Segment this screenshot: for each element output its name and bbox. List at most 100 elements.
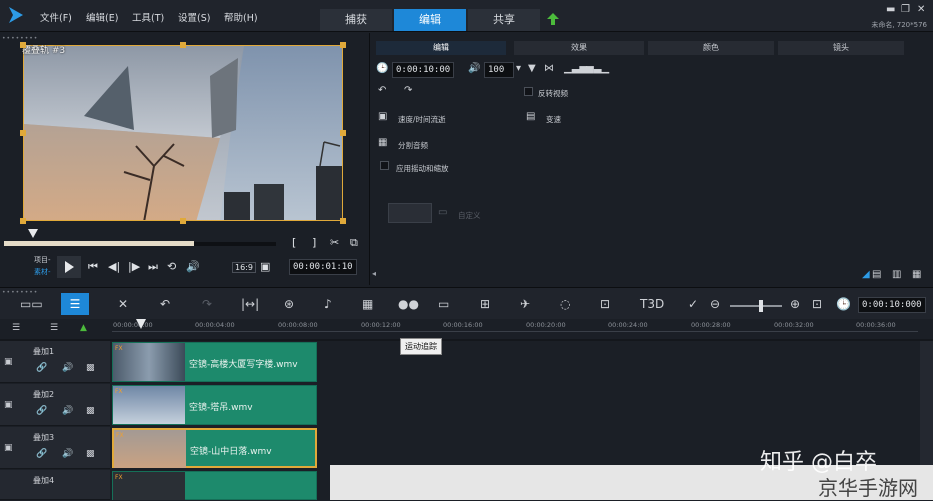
- pan-zoom-tool-icon[interactable]: ⊡: [600, 297, 610, 311]
- go-to-end-icon[interactable]: ⏭: [148, 260, 158, 274]
- mark-out-icon[interactable]: ]: [312, 236, 316, 249]
- pan-zoom-checkbox[interactable]: [380, 161, 389, 170]
- track-header-overlay-3[interactable]: ▣ 叠加3 🔗 🔊 ▩: [0, 427, 110, 469]
- volume-dropdown-icon[interactable]: ▾: [516, 63, 521, 74]
- audio-fade-out-icon[interactable]: ▅▃▁: [586, 63, 609, 74]
- menu-tools[interactable]: 工具(T): [132, 10, 164, 24]
- clip-overlay-1[interactable]: FX 空镜-高楼大厦写字楼.wmv: [112, 342, 317, 382]
- link-icon[interactable]: 🔗: [36, 449, 47, 459]
- custom-icon[interactable]: ▭: [438, 207, 447, 218]
- timeline-ruler[interactable]: ☰ ☰ ▲ 00:00:00:00 00:00:04:00 00:00:08:0…: [0, 319, 933, 339]
- track-manager-icon[interactable]: ☰: [12, 323, 20, 333]
- menu-help[interactable]: 帮助(H): [224, 10, 258, 24]
- resize-handle-ml[interactable]: [20, 130, 26, 136]
- next-frame-icon[interactable]: |▶: [128, 260, 140, 273]
- link-icon[interactable]: 🔗: [36, 406, 47, 416]
- fade-in-icon[interactable]: ⋈: [544, 63, 554, 74]
- restore-icon[interactable]: ❐: [901, 4, 910, 15]
- auto-music-icon[interactable]: ▦: [362, 297, 373, 311]
- split-audio-icon[interactable]: ▦: [378, 137, 387, 148]
- project-mode-label[interactable]: 项目-: [34, 255, 51, 265]
- play-button[interactable]: [57, 256, 81, 278]
- speed-icon[interactable]: ▣: [378, 111, 387, 122]
- resize-handle-br[interactable]: [340, 218, 346, 224]
- preview-timecode[interactable]: 00:00:01:10: [289, 259, 357, 275]
- track-header-overlay-4[interactable]: 叠加4: [0, 470, 110, 500]
- track-grid-icon[interactable]: ▩: [86, 406, 95, 416]
- resize-handle-tl[interactable]: [20, 42, 26, 48]
- reverse-video-checkbox[interactable]: [524, 87, 533, 96]
- undo-icon[interactable]: ↶: [160, 297, 170, 311]
- go-to-start-icon[interactable]: ⏮: [88, 260, 98, 274]
- collapse-options-icon[interactable]: ◂: [372, 269, 376, 278]
- repeat-icon[interactable]: ⟲: [167, 260, 176, 273]
- record-capture-icon[interactable]: ⊛: [284, 297, 294, 311]
- fit-project-icon[interactable]: ✓: [688, 297, 698, 311]
- system-volume-icon[interactable]: 🔊: [186, 260, 200, 273]
- aspect-ratio-select[interactable]: 16:9: [232, 262, 256, 273]
- volume-field[interactable]: 100: [484, 62, 514, 78]
- fit-timeline-icon[interactable]: ⊡: [812, 297, 822, 311]
- 3d-title-icon[interactable]: T3D: [640, 297, 664, 311]
- scrub-playhead-icon[interactable]: [28, 229, 38, 239]
- sound-mixer-icon[interactable]: ♪: [324, 297, 332, 311]
- resize-handle-mr[interactable]: [340, 130, 346, 136]
- close-icon[interactable]: ✕: [917, 4, 925, 15]
- track-grid-icon[interactable]: ▩: [86, 363, 95, 373]
- rotate-right-icon[interactable]: ↷: [404, 85, 412, 96]
- panel-grip-icon[interactable]: ••••••••: [2, 35, 38, 42]
- clip-overlay-2[interactable]: FX 空镜-塔吊.wmv: [112, 385, 317, 425]
- pan-zoom-preset-select[interactable]: [388, 203, 432, 223]
- audio-fade-in-icon[interactable]: ▁▃▅: [564, 63, 587, 74]
- project-duration-timecode[interactable]: 0:00:10:000: [858, 297, 926, 313]
- upload-arrow-icon[interactable]: [546, 12, 560, 26]
- enlarge-preview-icon[interactable]: ⧉: [350, 236, 358, 250]
- preview-frame[interactable]: [23, 45, 343, 221]
- timeline-playhead-icon[interactable]: [136, 319, 146, 331]
- smart-package-icon[interactable]: |↔|: [241, 297, 259, 311]
- track-header-overlay-2[interactable]: ▣ 叠加2 🔗 🔊 ▩: [0, 384, 110, 426]
- previous-frame-icon[interactable]: ◀|: [108, 260, 120, 273]
- timeline-view-icon[interactable]: ☰: [61, 293, 89, 315]
- subtitle-editor-icon[interactable]: ▭: [438, 297, 449, 311]
- track-header-overlay-1[interactable]: ▣ 叠加1 🔗 🔊 ▩: [0, 341, 110, 383]
- display-mode-icon[interactable]: ▣: [260, 260, 270, 273]
- time-remapping-icon[interactable]: ✈: [520, 297, 530, 311]
- duration-field[interactable]: 0:00:10:00: [392, 62, 455, 78]
- link-icon[interactable]: 🔗: [36, 363, 47, 373]
- mute-icon[interactable]: ▼: [528, 63, 536, 74]
- view-toggle-1-icon[interactable]: ▤: [872, 269, 881, 280]
- variable-speed-icon[interactable]: ▤: [526, 111, 535, 122]
- storyboard-view-icon[interactable]: ▭▭: [20, 297, 43, 311]
- tab-share[interactable]: 共享: [468, 9, 540, 31]
- zoom-slider-thumb[interactable]: [759, 300, 763, 312]
- multi-camera-icon[interactable]: ⊞: [480, 297, 490, 311]
- ripple-edit-icon[interactable]: ▲: [80, 323, 87, 333]
- redo-icon[interactable]: ↷: [202, 297, 212, 311]
- mask-creator-icon[interactable]: ◌: [560, 297, 570, 311]
- minimize-icon[interactable]: ▬: [886, 4, 895, 15]
- resize-handle-tr[interactable]: [340, 42, 346, 48]
- mark-in-icon[interactable]: [: [292, 236, 296, 249]
- zoom-in-icon[interactable]: ⊕: [790, 297, 800, 311]
- option-tab-lens[interactable]: 镜头: [778, 41, 904, 55]
- option-tab-edit[interactable]: 编辑: [376, 41, 506, 55]
- speed-label[interactable]: 速度/时间流逝: [398, 114, 446, 125]
- zoom-slider[interactable]: [730, 305, 782, 307]
- menu-settings[interactable]: 设置(S): [178, 10, 210, 24]
- split-clip-icon[interactable]: ✂: [330, 236, 339, 249]
- motion-tracking-icon[interactable]: ●●: [398, 297, 419, 311]
- option-tab-effect[interactable]: 效果: [514, 41, 644, 55]
- variable-speed-label[interactable]: 变速: [546, 114, 561, 125]
- view-toggle-3-icon[interactable]: ▦: [912, 269, 921, 280]
- toolbar-grip-icon[interactable]: ••••••••: [2, 289, 38, 296]
- clip-overlay-4[interactable]: FX: [112, 471, 317, 500]
- clip-overlay-3-selected[interactable]: FX 空镜-山中日落.wmv: [112, 428, 317, 468]
- custom-label[interactable]: 自定义: [458, 210, 481, 221]
- tab-edit[interactable]: 编辑: [394, 9, 466, 31]
- zoom-out-icon[interactable]: ⊖: [710, 297, 720, 311]
- rotate-left-icon[interactable]: ↶: [378, 85, 386, 96]
- track-volume-icon[interactable]: 🔊: [62, 363, 73, 373]
- track-grid-icon[interactable]: ▩: [86, 449, 95, 459]
- expand-options-icon[interactable]: ◢: [862, 269, 870, 280]
